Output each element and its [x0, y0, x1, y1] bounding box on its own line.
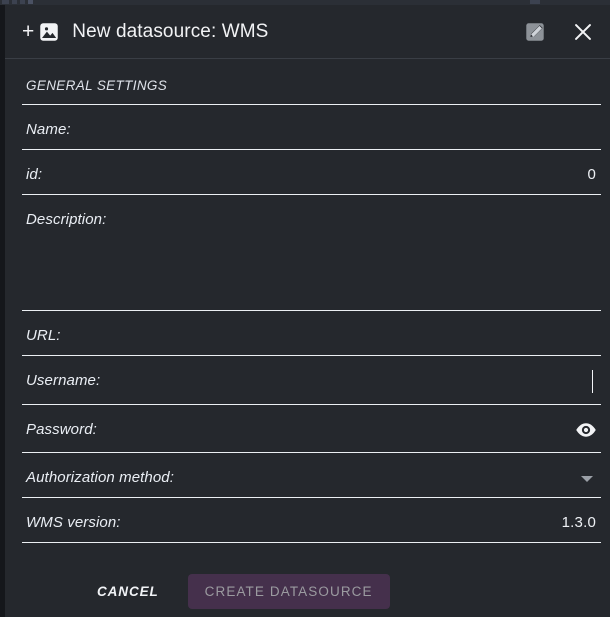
- background-chip: [530, 0, 540, 4]
- field-row-url[interactable]: URL:: [5, 311, 607, 344]
- field-row-id[interactable]: id: 0: [5, 150, 607, 183]
- chevron-down-icon[interactable]: [580, 473, 594, 485]
- dialog-titlebar: + New datasource: WMS: [5, 5, 610, 59]
- image-icon: [39, 22, 59, 42]
- field-label-password: Password:: [26, 421, 97, 438]
- dialog-title: New datasource: WMS: [72, 20, 269, 42]
- new-datasource-dialog: + New datasource: WMS GENERAL SETTINGS N…: [5, 5, 610, 617]
- field-label-username: Username:: [26, 372, 101, 389]
- close-icon[interactable]: [570, 19, 596, 45]
- dialog-body: GENERAL SETTINGS Name: id: 0 Description…: [5, 59, 610, 565]
- eye-icon[interactable]: [575, 419, 597, 441]
- field-label-url: URL:: [26, 327, 61, 344]
- field-row-description[interactable]: Description:: [5, 195, 607, 299]
- divider: [22, 542, 601, 543]
- text-cursor: [592, 370, 593, 393]
- field-row-wms-version[interactable]: WMS version: 1.3.0: [5, 498, 607, 531]
- edit-square-icon[interactable]: [523, 20, 547, 44]
- field-value-id: 0: [587, 166, 596, 183]
- field-label-description: Description:: [26, 211, 107, 228]
- field-label-id: id:: [26, 166, 43, 183]
- dialog-footer: CANCEL CREATE DATASOURCE: [5, 565, 610, 617]
- background-chip: [20, 0, 25, 4]
- field-label-wms-version: WMS version:: [26, 514, 121, 531]
- field-row-authorization-method[interactable]: Authorization method:: [5, 453, 607, 486]
- field-label-authorization-method: Authorization method:: [26, 469, 175, 486]
- background-chip: [12, 0, 17, 4]
- field-value-wms-version: 1.3.0: [561, 514, 596, 531]
- plus-icon: +: [22, 20, 35, 43]
- create-datasource-button[interactable]: CREATE DATASOURCE: [187, 573, 390, 609]
- titlebar-icon-group: +: [22, 21, 59, 42]
- cancel-button[interactable]: CANCEL: [87, 575, 169, 608]
- background-chip: [2, 0, 9, 4]
- field-row-username[interactable]: Username:: [5, 356, 607, 393]
- field-row-password[interactable]: Password:: [5, 405, 607, 441]
- field-label-name: Name:: [26, 121, 71, 138]
- field-row-name[interactable]: Name:: [5, 105, 607, 138]
- section-header-general-settings: GENERAL SETTINGS: [26, 78, 168, 93]
- background-chip: [28, 0, 33, 4]
